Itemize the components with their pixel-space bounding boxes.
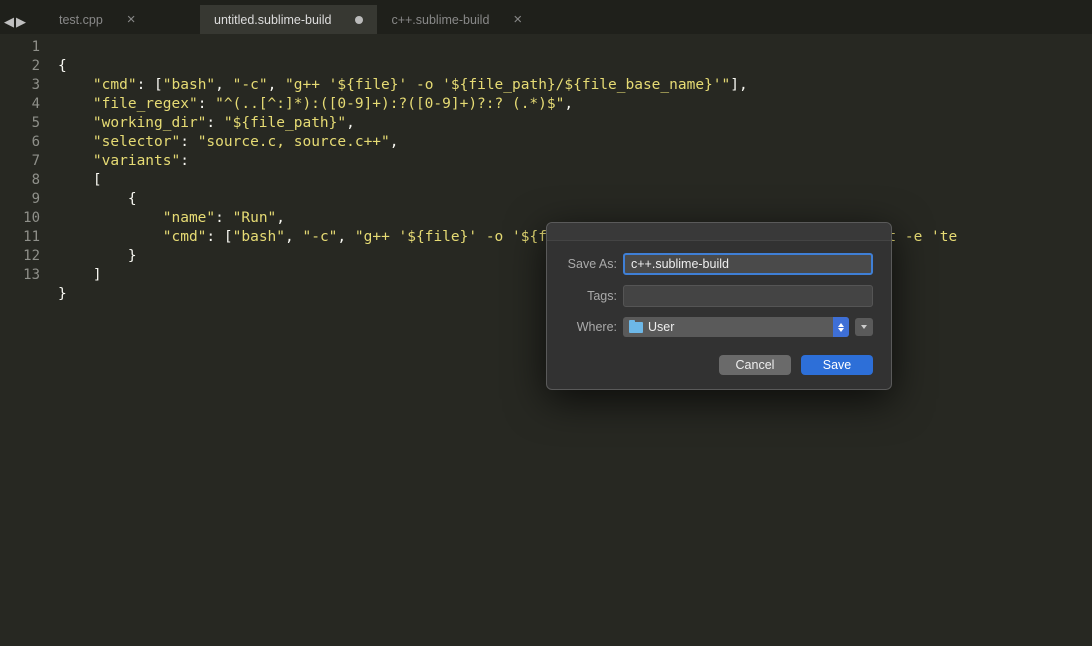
code-token bbox=[58, 153, 93, 169]
tab-test-cpp[interactable]: test.cpp × bbox=[45, 5, 200, 34]
code-token: "Run" bbox=[233, 210, 277, 226]
chevron-down-icon bbox=[861, 325, 867, 329]
code-token: : [ bbox=[206, 229, 232, 245]
tags-row: Tags: bbox=[547, 285, 891, 307]
code-token: , bbox=[276, 210, 285, 226]
line-number: 5 bbox=[0, 114, 40, 133]
line-number: 2 bbox=[0, 57, 40, 76]
close-icon[interactable]: × bbox=[513, 12, 522, 27]
code-token: , bbox=[337, 229, 354, 245]
tab-label: c++.sublime-build bbox=[391, 13, 489, 27]
where-select[interactable]: User bbox=[623, 317, 849, 337]
line-number: 9 bbox=[0, 190, 40, 209]
code-token: "-c" bbox=[233, 77, 268, 93]
code-token: ] bbox=[58, 267, 102, 283]
line-number: 10 bbox=[0, 209, 40, 228]
code-token: , bbox=[268, 77, 285, 93]
gutter: 1 2 3 4 5 6 7 8 9 10 11 12 13 bbox=[0, 34, 58, 646]
tab-cpp-build[interactable]: c++.sublime-build × bbox=[377, 5, 536, 34]
code-token: "bash" bbox=[163, 77, 215, 93]
line-number: 3 bbox=[0, 76, 40, 95]
code-token: "cmd" bbox=[93, 77, 137, 93]
code-token: "working_dir" bbox=[93, 115, 207, 131]
select-arrows-icon bbox=[833, 317, 849, 337]
code-token bbox=[58, 229, 163, 245]
line-number: 12 bbox=[0, 247, 40, 266]
close-icon[interactable]: × bbox=[127, 12, 136, 27]
folder-icon bbox=[629, 322, 643, 333]
code-token: "-c" bbox=[302, 229, 337, 245]
code-token bbox=[58, 115, 93, 131]
code-token: : bbox=[180, 134, 197, 150]
code-token: "name" bbox=[163, 210, 215, 226]
code-token bbox=[58, 210, 163, 226]
code-token: "file_regex" bbox=[93, 96, 198, 112]
tab-label: test.cpp bbox=[59, 13, 103, 27]
code-token: } bbox=[58, 286, 67, 302]
line-number: 11 bbox=[0, 228, 40, 247]
expand-button[interactable] bbox=[855, 318, 873, 336]
tags-label: Tags: bbox=[565, 289, 623, 303]
line-number: 13 bbox=[0, 266, 40, 285]
where-value: User bbox=[648, 320, 674, 334]
code-token: : bbox=[206, 115, 223, 131]
where-label: Where: bbox=[565, 320, 623, 334]
code-token: , bbox=[285, 229, 302, 245]
line-number: 4 bbox=[0, 95, 40, 114]
code-token: : bbox=[198, 96, 215, 112]
save-as-row: Save As: bbox=[547, 253, 891, 275]
code-token: "bash" bbox=[233, 229, 285, 245]
line-number: 7 bbox=[0, 152, 40, 171]
dialog-buttons: Cancel Save bbox=[547, 355, 891, 375]
code-token: "${file_path}" bbox=[224, 115, 346, 131]
tab-untitled-build[interactable]: untitled.sublime-build bbox=[200, 5, 377, 34]
dialog-titlebar[interactable] bbox=[547, 223, 891, 241]
where-row: Where: User bbox=[547, 317, 891, 337]
code-token: "cmd" bbox=[163, 229, 207, 245]
save-dialog: Save As: Tags: Where: User Cancel Save bbox=[546, 222, 892, 390]
code-token: : bbox=[215, 210, 232, 226]
code-token: [ bbox=[58, 172, 102, 188]
code-token: "g++ '${file}' -o '${file_path}/${file_b… bbox=[285, 77, 730, 93]
code-token: : bbox=[180, 153, 189, 169]
code-token: , bbox=[390, 134, 399, 150]
code-token bbox=[58, 134, 93, 150]
save-as-label: Save As: bbox=[565, 257, 623, 271]
cancel-button[interactable]: Cancel bbox=[719, 355, 791, 375]
code-token: { bbox=[58, 58, 67, 74]
code-token: , bbox=[215, 77, 232, 93]
tab-label: untitled.sublime-build bbox=[214, 13, 331, 27]
code-token: , bbox=[564, 96, 573, 112]
dirty-indicator-icon bbox=[355, 16, 363, 24]
line-number: 1 bbox=[0, 38, 40, 57]
nav-back-icon[interactable]: ◀ bbox=[4, 14, 14, 24]
code-token: "source.c, source.c++" bbox=[198, 134, 390, 150]
nav-arrows: ◀ ▶ bbox=[4, 14, 26, 24]
code-token: } bbox=[58, 248, 137, 264]
code-token bbox=[58, 77, 93, 93]
nav-forward-icon[interactable]: ▶ bbox=[16, 14, 26, 24]
code-token: ], bbox=[730, 77, 747, 93]
save-as-input[interactable] bbox=[623, 253, 873, 275]
code-token: , bbox=[346, 115, 355, 131]
tags-input[interactable] bbox=[623, 285, 873, 307]
line-number: 6 bbox=[0, 133, 40, 152]
code-token: "selector" bbox=[93, 134, 180, 150]
code-token: { bbox=[58, 191, 137, 207]
line-number: 8 bbox=[0, 171, 40, 190]
code-token: : [ bbox=[137, 77, 163, 93]
save-button[interactable]: Save bbox=[801, 355, 873, 375]
code-token: "variants" bbox=[93, 153, 180, 169]
code-token bbox=[58, 96, 93, 112]
code-token: "^(..[^:]*):([0-9]+):?([0-9]+)?:? (.*)$" bbox=[215, 96, 564, 112]
tabs: test.cpp × untitled.sublime-build c++.su… bbox=[0, 5, 1092, 34]
